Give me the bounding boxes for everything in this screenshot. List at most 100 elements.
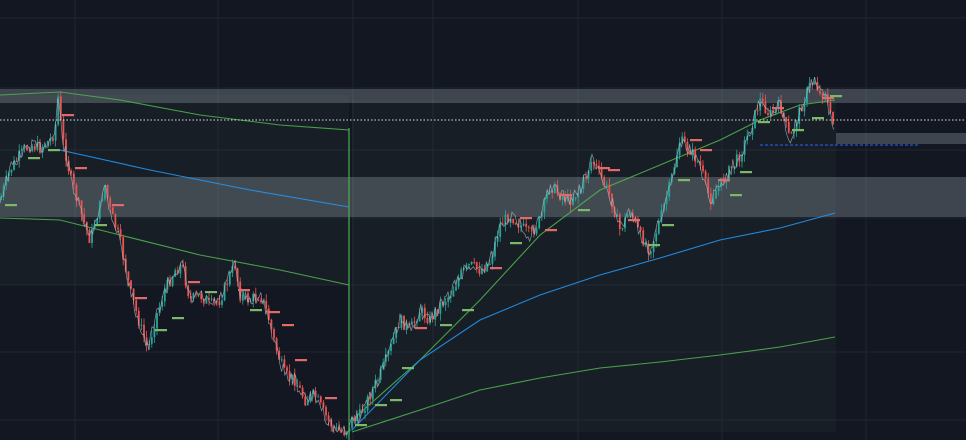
level-mark-down [282,324,294,327]
candle-up [10,169,13,173]
candle-down [88,230,91,243]
candle-down [114,214,117,228]
candle-down [257,300,260,302]
candle-down [686,141,689,151]
chart-area[interactable] [0,0,966,440]
candle-up [31,146,34,152]
shaded-region [352,100,836,432]
candle-up [696,161,699,163]
candle-up [626,214,629,218]
candle-up [522,223,525,226]
candle-up [748,134,751,137]
level-mark-up [375,404,387,407]
level-mark-down [415,327,427,330]
candle-down [286,367,288,372]
candle-up [715,191,717,199]
candle-down [111,207,114,215]
candle-down [767,113,769,115]
candle-up [655,233,658,242]
candle-up [163,289,166,302]
level-mark-down [135,297,147,300]
candle-up [574,197,577,200]
level-mark-down [62,114,74,117]
level-mark-up [28,157,40,160]
level-mark-down [545,229,557,232]
candle-up [605,184,608,186]
candle-down [608,184,611,194]
candle-up [174,270,177,277]
level-mark-up [758,121,770,124]
level-mark-up [578,209,590,212]
candle-down [325,407,327,416]
candle-up [364,410,366,413]
zone-band [0,196,966,217]
candle-up [561,196,564,201]
candle-down [595,164,598,166]
candle-down [15,160,18,162]
level-mark-up [830,95,842,98]
candle-up [20,148,23,151]
price-chart[interactable] [0,0,966,440]
candle-up [621,228,624,230]
level-mark-up [48,149,60,152]
candle-down [525,223,528,227]
candle-down [319,396,322,403]
candle-down [473,261,476,263]
candle-down [327,415,330,420]
level-mark-up [730,194,742,197]
candle-down [423,307,426,318]
candle-up [205,298,208,304]
candle-up [553,184,556,193]
candle-down [512,219,515,224]
level-mark-down [700,149,712,152]
candle-up [377,380,379,382]
candle-down [369,396,372,400]
candle-up [460,269,463,278]
level-mark-up [390,399,402,402]
candle-up [452,290,455,297]
level-mark-down [112,204,124,207]
level-mark-down [295,359,307,362]
candle-down [301,387,304,397]
candle-down [127,271,130,281]
candle-down [819,90,821,94]
level-mark-up [510,242,522,245]
candle-up [392,337,395,344]
level-mark-down [598,167,610,170]
candle-down [135,300,138,311]
candle-down [304,396,307,406]
candle-up [455,286,457,291]
level-mark-up [662,224,674,227]
candle-down [832,111,834,124]
candle-up [717,186,720,192]
candle-down [273,329,275,339]
candle-up [221,300,223,305]
candle-down [756,110,759,112]
candle-down [109,197,112,208]
candle-down [117,227,119,230]
candle-up [150,337,153,344]
level-mark-down [520,217,532,220]
candle-down [702,165,704,172]
candle-down [821,93,824,98]
candle-up [244,293,247,295]
zone-band [0,89,966,103]
candle-up [813,82,816,85]
level-mark-up [205,291,217,294]
candle-down [200,293,203,300]
level-mark-down [608,169,620,172]
candle-up [280,359,283,361]
candle-down [218,301,221,305]
level-mark-down [238,289,250,292]
candle-down [426,317,429,324]
candle-down [83,214,86,223]
candle-up [156,313,158,329]
candle-up [488,263,491,265]
candle-down [787,121,790,133]
candle-up [470,261,473,265]
candle-up [335,427,338,429]
level-mark-down [772,107,784,110]
level-mark-up [648,244,660,247]
level-mark-up [95,224,107,227]
level-mark-down [822,97,834,100]
